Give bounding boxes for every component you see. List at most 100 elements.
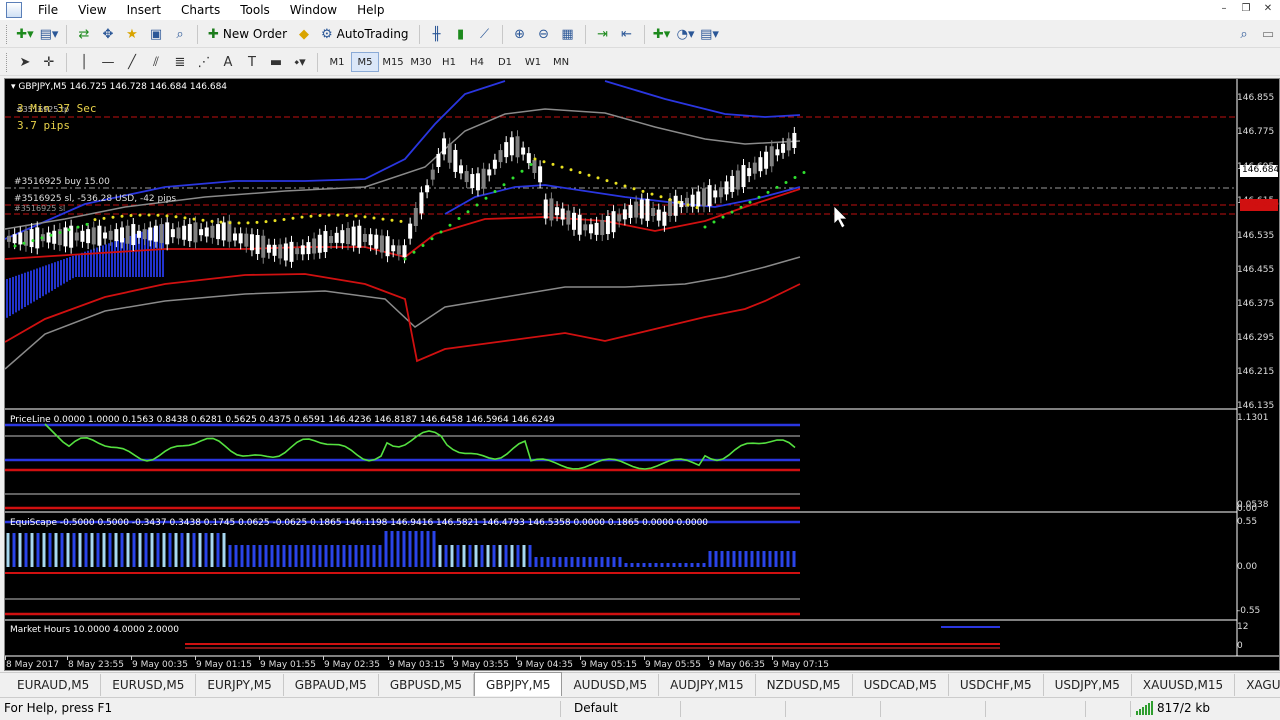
search-icon[interactable]: ⌕ xyxy=(1232,23,1256,45)
timeframe-m30[interactable]: M30 xyxy=(407,52,435,72)
shapes-icon[interactable]: ⬩▾ xyxy=(288,51,312,73)
tab-usdjpy-m5[interactable]: USDJPY,M5 xyxy=(1044,674,1132,696)
text-label-icon[interactable]: T xyxy=(240,51,264,73)
tab-gbpjpy-m5[interactable]: GBPJPY,M5 xyxy=(474,672,563,696)
candle-body xyxy=(120,227,124,243)
connection-bars-icon xyxy=(1136,701,1153,715)
candle-body xyxy=(29,229,34,248)
candle-body xyxy=(300,245,305,255)
candle-body xyxy=(357,225,362,248)
tab-usdchf-m5[interactable]: USDCHF,M5 xyxy=(949,674,1044,696)
channel-icon[interactable]: ⫽ xyxy=(144,51,168,73)
tab-xauusd-m15[interactable]: XAUUSD,M15 xyxy=(1132,674,1236,696)
autotrading-button[interactable]: ⚙ AutoTrading xyxy=(316,23,414,45)
trendline-icon[interactable]: ╱ xyxy=(120,51,144,73)
market-watch-icon[interactable]: ⇄ xyxy=(72,23,96,45)
candle-body xyxy=(255,235,260,255)
bar-chart-icon[interactable]: ╫ xyxy=(425,23,449,45)
sar-dot xyxy=(448,223,452,227)
toolbar-grip[interactable] xyxy=(6,52,9,72)
timeframe-w1[interactable]: W1 xyxy=(519,52,547,72)
chart-window[interactable]: ▾ GBPJPY,M5 146.725 146.728 146.684 146.… xyxy=(4,78,1280,671)
menu-help[interactable]: Help xyxy=(347,0,394,20)
minimize-icon[interactable]: – xyxy=(1216,2,1232,16)
navigator-icon[interactable]: ✥ xyxy=(96,23,120,45)
status-profile[interactable]: Default xyxy=(574,701,618,715)
menu-charts[interactable]: Charts xyxy=(171,0,230,20)
menu-view[interactable]: View xyxy=(68,0,116,20)
tab-eurjpy-m5[interactable]: EURJPY,M5 xyxy=(196,674,284,696)
timeframe-h1[interactable]: H1 xyxy=(435,52,463,72)
periods-icon[interactable]: ◔▾ xyxy=(674,23,698,45)
candle-body xyxy=(261,235,266,258)
timeframe-h4[interactable]: H4 xyxy=(463,52,491,72)
crosshair-icon[interactable]: ✛ xyxy=(37,51,61,73)
tile-windows-icon[interactable]: ▦ xyxy=(556,23,580,45)
tab-nzdusd-m5[interactable]: NZDUSD,M5 xyxy=(756,674,853,696)
metaeditor-icon[interactable]: ◆ xyxy=(292,23,316,45)
sar-dot xyxy=(237,221,241,225)
horizontal-line-icon[interactable]: — xyxy=(96,51,120,73)
timeframe-mn[interactable]: MN xyxy=(547,52,575,72)
zoom-in-icon[interactable]: ⊕ xyxy=(508,23,532,45)
new-order-button[interactable]: ✚ New Order xyxy=(203,23,292,45)
sar-dot xyxy=(475,203,479,207)
timeframe-m5[interactable]: M5 xyxy=(351,52,379,72)
time-axis-label: 9 May 02:35 xyxy=(324,660,380,670)
chart-shift-icon[interactable]: ⇤ xyxy=(615,23,639,45)
arrows-icon[interactable]: ▬ xyxy=(264,51,288,73)
auto-scroll-icon[interactable]: ⇥ xyxy=(591,23,615,45)
tab-audjpy-m15[interactable]: AUDJPY,M15 xyxy=(659,674,756,696)
fibonacci-icon[interactable]: ≣ xyxy=(168,51,192,73)
tab-gbpaud-m5[interactable]: GBPAUD,M5 xyxy=(284,674,379,696)
sar-dot xyxy=(138,213,142,217)
time-axis-tick xyxy=(195,656,196,660)
candle-body xyxy=(634,201,639,218)
candle-body xyxy=(413,208,418,226)
vertical-line-icon[interactable]: │ xyxy=(72,51,96,73)
zoom-out-icon[interactable]: ⊖ xyxy=(532,23,556,45)
terminal-icon[interactable]: ▣ xyxy=(144,23,168,45)
candle-body xyxy=(283,243,288,261)
gann-icon[interactable]: ⋰ xyxy=(192,51,216,73)
sar-dot xyxy=(102,216,106,220)
timeframe-m15[interactable]: M15 xyxy=(379,52,407,72)
time-axis-tick xyxy=(644,656,645,660)
toolbar-grip[interactable] xyxy=(6,24,9,44)
menu-tools[interactable]: Tools xyxy=(230,0,280,20)
strategy-tester-icon[interactable]: ⌕ xyxy=(168,23,192,45)
timeframe-d1[interactable]: D1 xyxy=(491,52,519,72)
indicators-icon[interactable]: ✚▾ xyxy=(650,23,674,45)
close-icon[interactable]: ✕ xyxy=(1260,2,1276,16)
cursor-icon[interactable]: ➤ xyxy=(13,51,37,73)
profiles-icon[interactable]: ▤▾ xyxy=(37,23,61,45)
candle-body xyxy=(18,232,23,245)
tab-gbpusd-m5[interactable]: GBPUSD,M5 xyxy=(379,674,475,696)
connection-status[interactable]: 817/2 kb xyxy=(1136,701,1210,715)
restore-icon[interactable]: ❐ xyxy=(1238,2,1254,16)
candle-body xyxy=(396,245,401,255)
new-chart-icon[interactable]: ✚▾ xyxy=(13,23,37,45)
chart-canvas[interactable] xyxy=(5,79,1279,670)
tab-euraud-m5[interactable]: EURAUD,M5 xyxy=(6,674,102,696)
timeframe-m1[interactable]: M1 xyxy=(323,52,351,72)
menubar: File View Insert Charts Tools Window Help – ❐ … xyxy=(0,0,1280,20)
templates-icon[interactable]: ▤▾ xyxy=(698,23,722,45)
chat-icon[interactable]: ▭ xyxy=(1256,23,1280,45)
tab-usdcad-m5[interactable]: USDCAD,M5 xyxy=(853,674,949,696)
equiscape-axis-bottom: -0.55 xyxy=(1237,606,1261,616)
tab-xagusd-m5[interactable]: XAGUSD,M5 xyxy=(1235,674,1280,696)
menu-insert[interactable]: Insert xyxy=(117,0,171,20)
candle-body xyxy=(594,222,599,235)
menu-file[interactable]: File xyxy=(28,0,68,20)
line-chart-icon[interactable]: ⟋ xyxy=(473,23,497,45)
candle-body xyxy=(555,207,560,216)
navigator-star-icon[interactable]: ★ xyxy=(120,23,144,45)
tab-audusd-m5[interactable]: AUDUSD,M5 xyxy=(562,674,660,696)
tab-eurusd-m5[interactable]: EURUSD,M5 xyxy=(101,674,197,696)
text-icon[interactable]: A xyxy=(216,51,240,73)
menu-window[interactable]: Window xyxy=(280,0,347,20)
app-icon[interactable] xyxy=(6,2,22,18)
candlestick-icon[interactable]: ▮ xyxy=(449,23,473,45)
sar-dot xyxy=(192,217,196,221)
